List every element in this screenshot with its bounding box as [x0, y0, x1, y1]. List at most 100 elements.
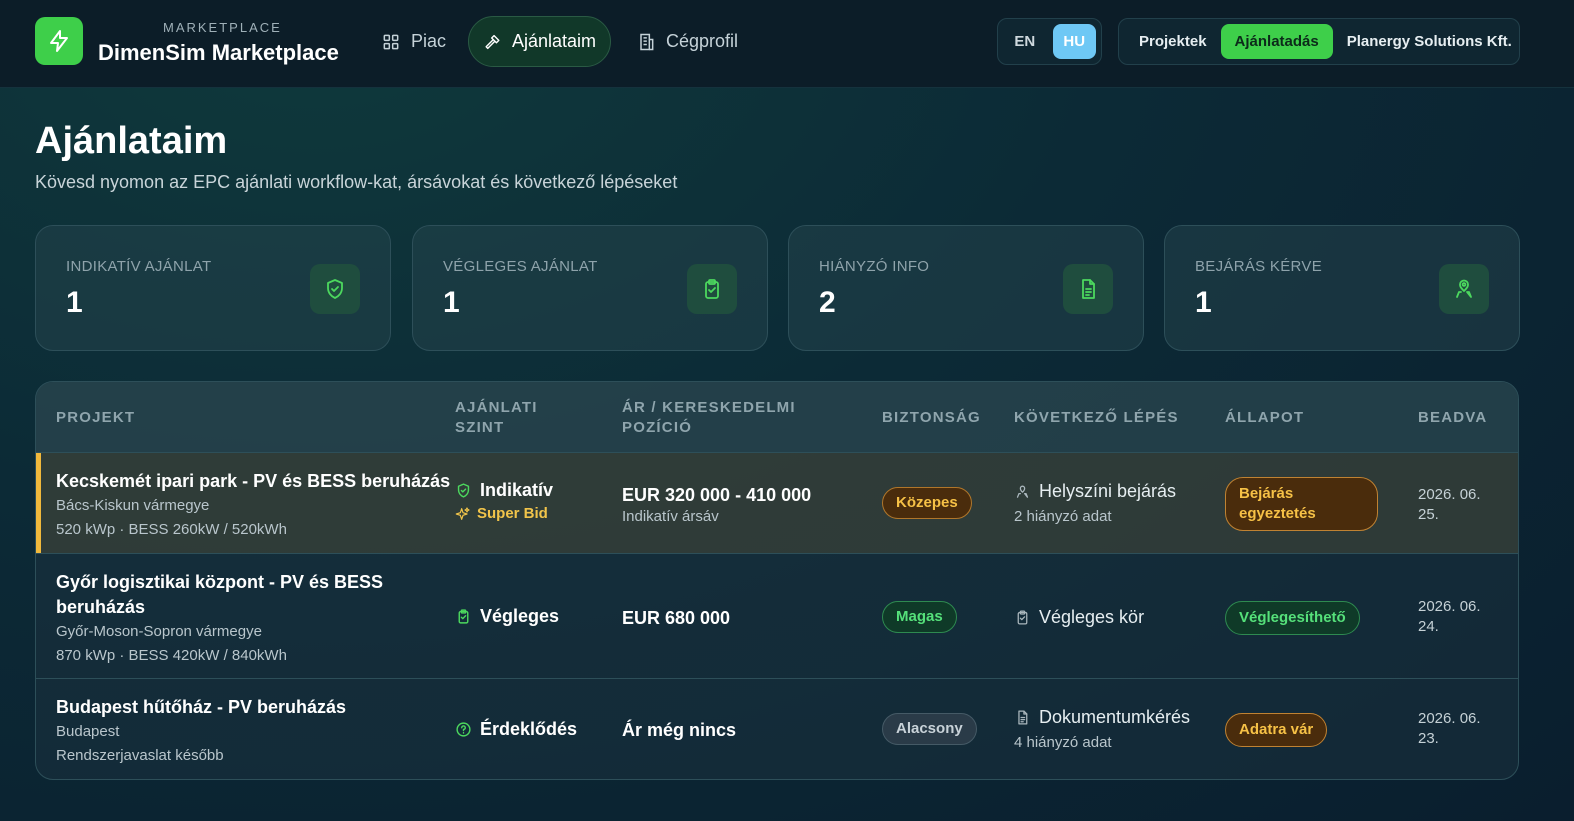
shield-check-icon	[457, 483, 470, 498]
status-badge: Bejárás egyeztetés	[1225, 477, 1378, 531]
stat-label: Hiányzó info	[819, 258, 930, 275]
level-cell: Végleges	[455, 606, 559, 627]
mode-bidding-button[interactable]: Ajánlatadás	[1220, 24, 1333, 59]
price-note: Indikatív ársáv	[622, 508, 719, 525]
project-region: Bács-Kiskun vármegye	[56, 497, 210, 514]
document-icon	[1082, 279, 1095, 299]
table-row[interactable]: Budapest hűtőház - PV beruházás Budapest…	[36, 679, 1518, 779]
stat-value: 1	[1195, 286, 1212, 319]
bid-level-label: Végleges	[480, 606, 560, 626]
logo[interactable]	[35, 17, 83, 65]
table-row[interactable]: Győr logisztikai központ - PV és BESS be…	[36, 554, 1518, 679]
stat-card-missing-info[interactable]: Hiányzó info 2	[788, 225, 1144, 351]
col-header-status[interactable]: Állapot	[1225, 408, 1304, 428]
mode-projects-button[interactable]: Projektek	[1125, 24, 1221, 59]
price-cell: Ár még nincs	[622, 720, 736, 741]
stat-value: 1	[443, 286, 460, 319]
lang-hu-button[interactable]: HU	[1052, 24, 1096, 59]
map-pin-user-icon	[1456, 279, 1472, 298]
security-cell: Közepes	[882, 487, 972, 519]
grid-icon	[383, 34, 399, 49]
question-circle-icon	[456, 722, 471, 737]
project-title[interactable]: Győr logisztikai központ - PV és BESS be…	[56, 570, 396, 620]
hammer-icon	[485, 34, 500, 49]
price-value: Ár még nincs	[622, 720, 737, 740]
next-step[interactable]: Helyszíni bejárás	[1014, 481, 1176, 502]
project-cell: Kecskemét ipari park - PV és BESS beruhá…	[56, 469, 450, 542]
stat-label: Indikatív ajánlat	[66, 258, 212, 275]
col-header-submitted[interactable]: Beadva	[1418, 408, 1487, 428]
table-header: Projekt Ajánlati szint Ár / kereskedelmi…	[36, 382, 1518, 453]
shield-check-icon	[327, 279, 343, 299]
stat-value: 2	[819, 286, 836, 319]
level-cell: Érdeklődés	[455, 719, 577, 740]
lang-en-button[interactable]: EN	[1003, 24, 1047, 59]
col-header-next-step[interactable]: Következő lépés	[1014, 408, 1179, 428]
stat-card-final[interactable]: Végleges ajánlat 1	[412, 225, 768, 351]
top-bar: MARKETPLACE DimenSim Marketplace Piac Aj…	[0, 0, 1574, 88]
language-switch: EN HU	[997, 18, 1102, 65]
security-cell: Magas	[882, 601, 957, 633]
stat-icon-box	[1439, 264, 1489, 314]
next-step-cell: Dokumentumkérés 4 hiányzó adat	[1014, 707, 1190, 751]
next-step[interactable]: Dokumentumkérés	[1014, 707, 1190, 728]
status-badge: Adatra vár	[1225, 713, 1328, 747]
price-value: EUR 680 000	[622, 608, 731, 628]
project-cell: Győr logisztikai központ - PV és BESS be…	[56, 570, 396, 668]
status-cell: Véglegesíthető	[1225, 601, 1360, 635]
sparkles-icon	[455, 506, 470, 520]
security-badge: Közepes	[882, 487, 972, 519]
nav-piac[interactable]: Piac	[367, 16, 460, 67]
clipboard-check-icon	[458, 609, 469, 624]
project-specs: 520 kWp · BESS 260kW / 520kWh	[56, 521, 287, 538]
stat-value: 1	[66, 286, 83, 319]
nav-ajanlataim[interactable]: Ajánlataim	[468, 16, 611, 67]
nav-label: Ajánlataim	[511, 31, 596, 51]
stat-label: Végleges ajánlat	[443, 258, 598, 275]
clipboard-icon	[1017, 610, 1028, 625]
bid-level-label: Érdeklődés	[480, 719, 578, 739]
building-icon	[640, 33, 654, 50]
level-cell: Indikatív Super Bid	[455, 480, 553, 522]
clipboard-check-icon	[705, 279, 719, 299]
stat-card-indicative[interactable]: Indikatív ajánlat 1	[35, 225, 391, 351]
status-badge: Véglegesíthető	[1225, 601, 1360, 635]
project-cell: Budapest hűtőház - PV beruházás Budapest…	[56, 695, 346, 768]
next-step-cell: Helyszíni bejárás 2 hiányzó adat	[1014, 481, 1176, 525]
security-badge: Magas	[882, 601, 957, 633]
stat-icon-box	[687, 264, 737, 314]
security-badge: Alacsony	[882, 713, 977, 745]
col-header-price[interactable]: Ár / kereskedelmi pozíció	[622, 398, 822, 438]
project-region: Budapest	[56, 723, 120, 740]
brand-title[interactable]: DimenSim Marketplace	[98, 40, 339, 66]
next-step[interactable]: Végleges kör	[1014, 607, 1144, 628]
submitted-date: 2026. 06. 23.	[1418, 710, 1481, 747]
project-title[interactable]: Kecskemét ipari park - PV és BESS beruhá…	[56, 469, 450, 494]
next-step-label: Végleges kör	[1039, 607, 1145, 627]
next-step-label: Helyszíni bejárás	[1039, 481, 1177, 501]
table-row[interactable]: Kecskemét ipari park - PV és BESS beruhá…	[36, 453, 1518, 554]
bid-level: Érdeklődés	[455, 719, 577, 740]
company-menu-button[interactable]: Planergy Solutions Kft.	[1333, 24, 1526, 59]
stat-icon-box	[310, 264, 360, 314]
next-step-note: 4 hiányzó adat	[1014, 734, 1112, 751]
nav-cegprofil[interactable]: Cégprofil	[622, 16, 752, 67]
project-specs: Rendszerjavaslat később	[56, 747, 224, 764]
bid-level: Végleges	[455, 606, 559, 627]
super-bid-label: Super Bid	[477, 505, 548, 522]
status-cell: Bejárás egyeztetés	[1225, 477, 1378, 531]
stat-card-site-visit[interactable]: Bejárás kérve 1	[1164, 225, 1520, 351]
brand-subtitle: MARKETPLACE	[163, 20, 282, 35]
project-title[interactable]: Budapest hűtőház - PV beruházás	[56, 695, 346, 720]
col-header-level[interactable]: Ajánlati szint	[455, 398, 565, 438]
page-title: Ajánlataim	[35, 120, 228, 162]
col-header-security[interactable]: Biztonság	[882, 408, 981, 428]
bids-table: Projekt Ajánlati szint Ár / kereskedelmi…	[35, 381, 1519, 780]
next-step-note: 2 hiányzó adat	[1014, 508, 1112, 525]
price-cell: EUR 680 000	[622, 608, 730, 629]
price-value: EUR 320 000 - 410 000	[622, 485, 812, 505]
submitted-date: 2026. 06. 25.	[1418, 486, 1481, 523]
col-header-project[interactable]: Projekt	[56, 408, 135, 428]
price-cell: EUR 320 000 - 410 000 Indikatív ársáv	[622, 485, 811, 525]
submitted-date: 2026. 06. 24.	[1418, 598, 1481, 635]
